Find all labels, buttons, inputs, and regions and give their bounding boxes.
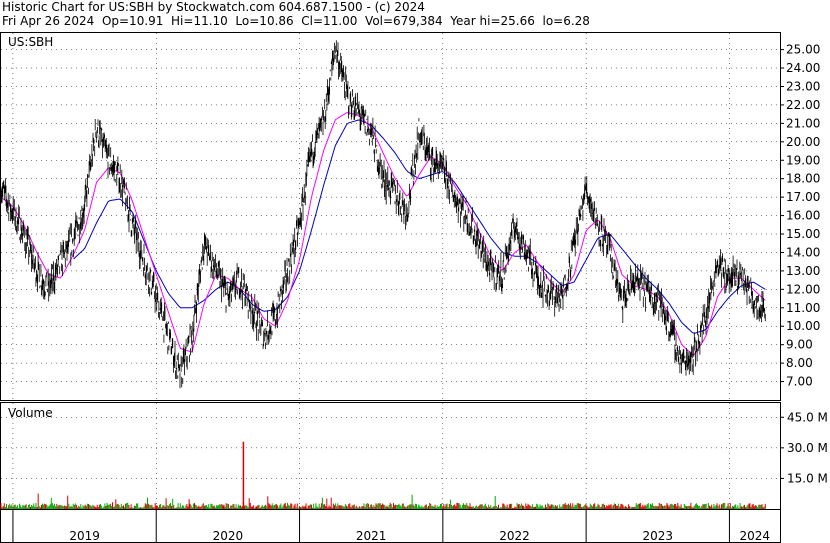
volume-tick-label: 30.0 M	[787, 441, 828, 455]
year-label: 2024	[739, 529, 770, 543]
volume-y-axis: 15.0 M 30.0 M 45.0 M	[780, 410, 828, 485]
price-tick-label: 19.00	[786, 153, 820, 167]
stock-chart: 7.00 8.00 9.00 10.00 11.00 12.00 13.00 14.00 15.…	[0, 32, 828, 543]
price-tick-label: 7.00	[786, 375, 813, 389]
price-tick-label: 16.00	[786, 209, 820, 223]
price-tick-label: 25.00	[786, 43, 820, 57]
volume-label: Volume	[8, 406, 53, 420]
volume-panel-frame	[0, 402, 781, 510]
price-tick-label: 21.00	[786, 116, 820, 130]
volume-tick-label: 15.0 M	[787, 471, 828, 485]
symbol-label: US:SBH	[8, 35, 53, 49]
year-label: 2019	[69, 529, 100, 543]
year-label: 2020	[213, 529, 244, 543]
price-tick-label: 22.00	[786, 98, 820, 112]
price-tick-label: 13.00	[786, 264, 820, 278]
price-y-axis: 7.00 8.00 9.00 10.00 11.00 12.00 13.00 14.00 15.…	[780, 43, 820, 389]
price-panel-frame	[0, 32, 781, 401]
volume-tick-label: 45.0 M	[787, 410, 828, 424]
price-tick-label: 14.00	[786, 245, 820, 259]
price-tick-label: 10.00	[786, 319, 820, 333]
price-tick-label: 8.00	[786, 356, 813, 370]
price-tick-label: 24.00	[786, 61, 820, 75]
price-tick-label: 17.00	[786, 190, 820, 204]
year-label: 2022	[499, 529, 530, 543]
price-tick-label: 11.00	[786, 301, 820, 315]
price-tick-label: 9.00	[786, 338, 813, 352]
year-label: 2021	[356, 529, 387, 543]
price-tick-label: 12.00	[786, 282, 820, 296]
year-label: 2023	[643, 529, 674, 543]
price-tick-label: 18.00	[786, 172, 820, 186]
price-tick-label: 15.00	[786, 227, 820, 241]
price-tick-label: 20.00	[786, 135, 820, 149]
price-tick-label: 23.00	[786, 79, 820, 93]
